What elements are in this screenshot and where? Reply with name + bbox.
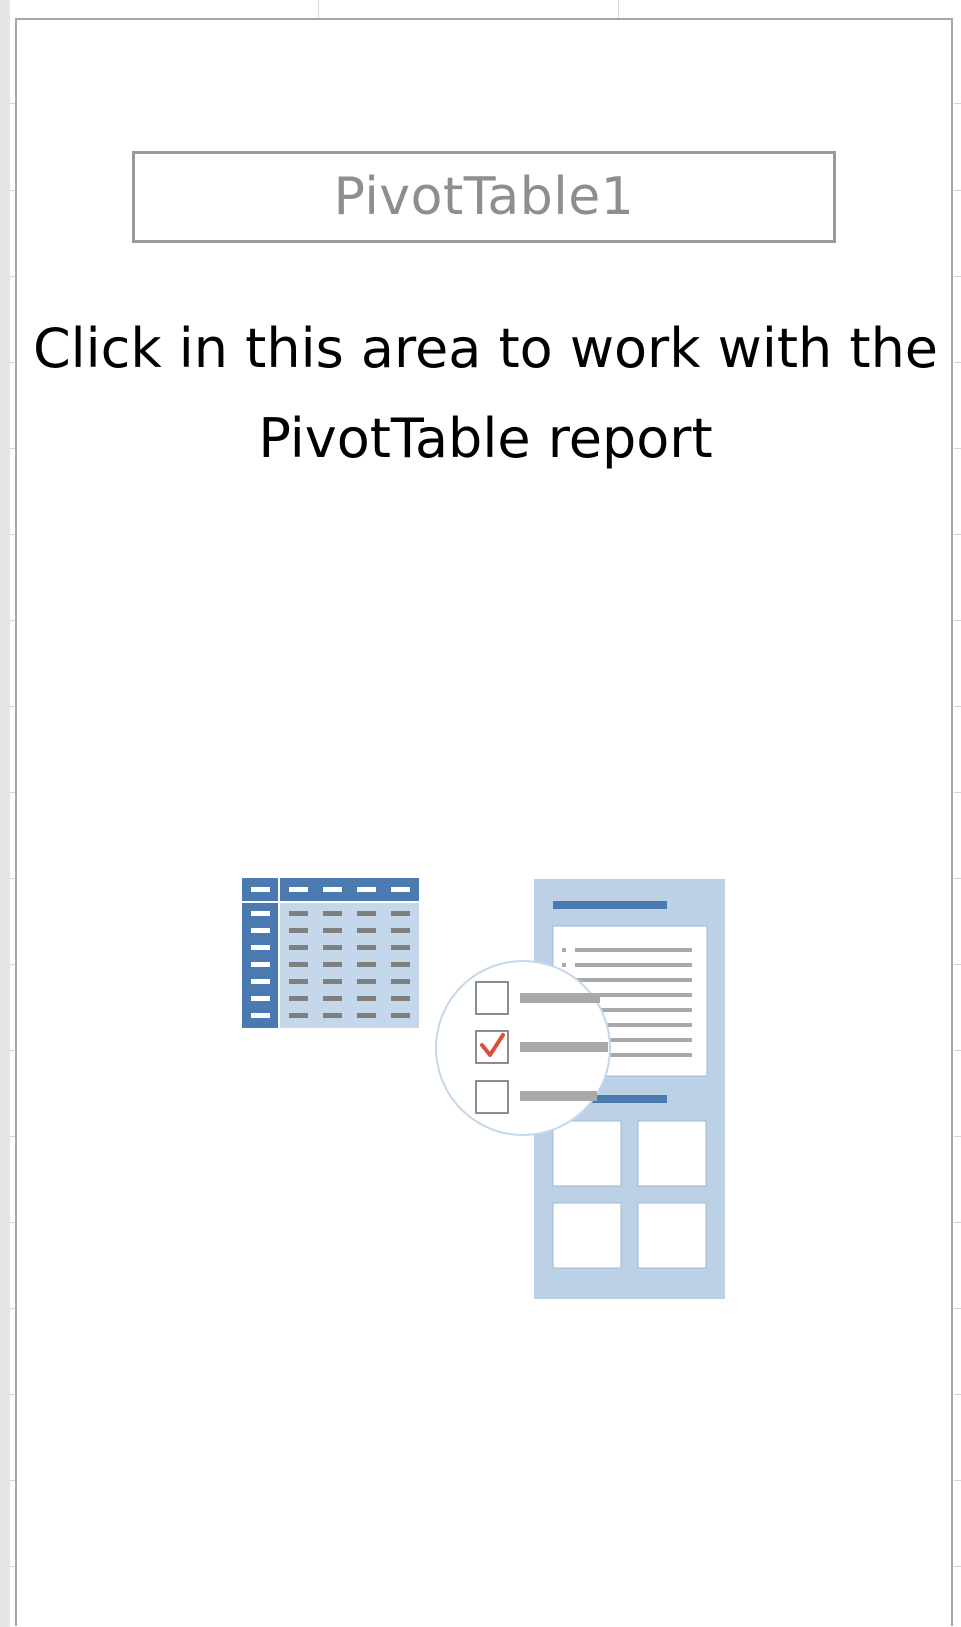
checkbox-magnifier-icon [435, 960, 611, 1136]
source-table-icon [242, 878, 419, 1028]
pivot-table-illustration-icon [242, 878, 725, 1299]
worksheet: PivotTable1 Click in this area to work w… [0, 0, 961, 1627]
